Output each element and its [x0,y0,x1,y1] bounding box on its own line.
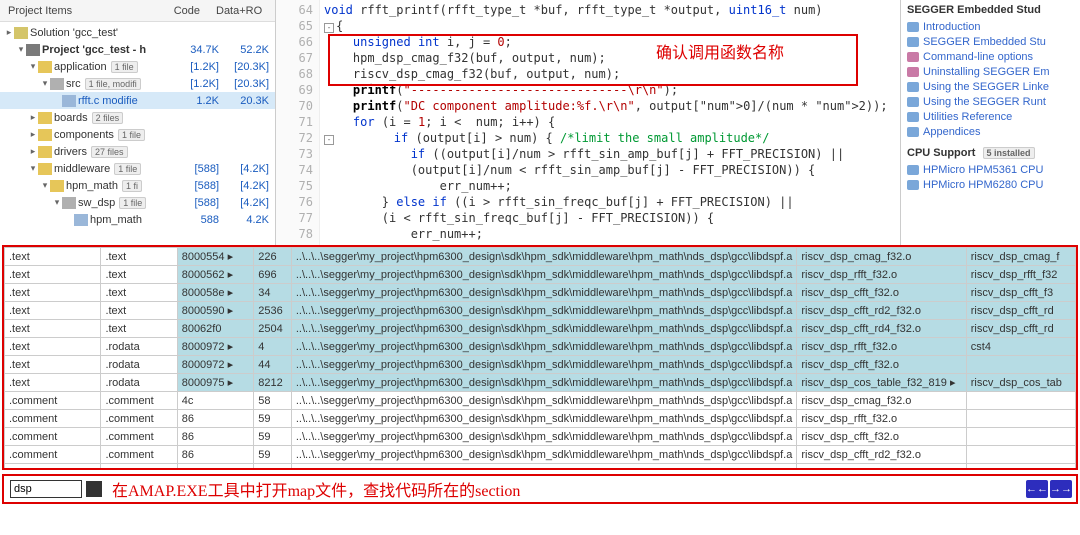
table-row[interactable]: .text.rodata8000972 ▸4..\..\..\segger\my… [5,338,1076,356]
table-row[interactable]: .comment.comment8659..\..\..\segger\my_p… [5,410,1076,428]
col-code[interactable]: Code [152,2,208,20]
table-row[interactable]: .text.text8000554 ▸226..\..\..\segger\my… [5,248,1076,266]
help-item[interactable]: Appendices [907,124,1074,139]
editor-gutter: 646566676869707172737475767778 [276,0,320,245]
nav-next-button[interactable]: →→ [1050,480,1072,498]
project-header: Project Items Code Data+RO [0,0,275,22]
table-row[interactable]: .comment.comment4c58..\..\..\segger\my_p… [5,392,1076,410]
help-item[interactable]: Using the SEGGER Linke [907,79,1074,94]
table-row[interactable]: .text.text800058e ▸34..\..\..\segger\my_… [5,284,1076,302]
editor-code[interactable]: 确认调用函数名称 void rfft_printf(rfft_type_t *b… [320,0,900,245]
search-annotation: 在AMAP.EXE工具中打开map文件，查找代码所在的section [112,477,520,501]
col-items[interactable]: Project Items [0,2,152,20]
help-group1-title: SEGGER Embedded Stud [907,4,1074,16]
help-item[interactable]: Command-line options [907,49,1074,64]
tree-row[interactable]: ▾middleware1 file[588][4.2K] [0,160,275,177]
tree-row[interactable]: ▸components1 file [0,126,275,143]
table-row[interactable]: .text.text8000562 ▸696..\..\..\segger\my… [5,266,1076,284]
table-row[interactable]: .text.text80062f02504..\..\..\segger\my_… [5,320,1076,338]
search-go-button[interactable] [86,481,102,497]
tree-row[interactable]: ▸Solution 'gcc_test' [0,24,275,41]
tree-row[interactable]: ▸boards2 files [0,109,275,126]
tree-row[interactable]: ▸drivers27 files [0,143,275,160]
col-dataro[interactable]: Data+RO [208,2,266,20]
tree-row[interactable]: ▾application1 file[1.2K][20.3K] [0,58,275,75]
help-group2-title: CPU Support 5 installed [907,147,1074,159]
code-editor[interactable]: 646566676869707172737475767778 确认调用函数名称 … [276,0,900,245]
project-tree[interactable]: ▸Solution 'gcc_test'▾Project 'gcc_test -… [0,22,275,230]
annotation-text-1: 确认调用函数名称 [656,46,784,62]
tree-row[interactable]: ▾Project 'gcc_test - h34.7K52.2K [0,41,275,58]
nav-prev-button[interactable]: ←← [1026,480,1048,498]
help-item[interactable]: HPMicro HPM5361 CPU [907,162,1074,177]
tree-row[interactable]: ▾sw_dsp1 file[588][4.2K] [0,194,275,211]
help-item[interactable]: Using the SEGGER Runt [907,94,1074,109]
table-row[interactable]: .comment.comment8659..\..\..\segger\my_p… [5,446,1076,464]
table-row[interactable]: .text.rodata8000972 ▸44..\..\..\segger\m… [5,356,1076,374]
table-row[interactable]: .text.text8000590 ▸2536..\..\..\segger\m… [5,302,1076,320]
tree-row[interactable]: ▾hpm_math1 fi[588][4.2K] [0,177,275,194]
map-table[interactable]: .text.text8000554 ▸226..\..\..\segger\my… [4,247,1076,470]
search-strip: 在AMAP.EXE工具中打开map文件，查找代码所在的section ←← →→ [2,474,1078,504]
help-item[interactable]: Uninstalling SEGGER Em [907,64,1074,79]
help-item[interactable]: HPMicro HPM6280 CPU [907,177,1074,192]
help-panel: SEGGER Embedded Stud IntroductionSEGGER … [900,0,1080,245]
help-item[interactable]: SEGGER Embedded Stu [907,34,1074,49]
map-table-panel: .text.text8000554 ▸226..\..\..\segger\my… [2,245,1078,470]
tree-row[interactable]: hpm_math5884.2K [0,211,275,228]
tree-row[interactable]: ▾src1 file, modifi[1.2K][20.3K] [0,75,275,92]
help-item[interactable]: Utilities Reference [907,109,1074,124]
search-input[interactable] [10,480,82,498]
project-panel: Project Items Code Data+RO ▸Solution 'gc… [0,0,276,245]
table-row[interactable]: .text.rodata8000975 ▸8212..\..\..\segger… [5,374,1076,392]
table-row[interactable]: .comment.comment8659..\..\..\segger\my_p… [5,464,1076,471]
tree-row[interactable]: rfft.c modifie1.2K20.3K [0,92,275,109]
help-item[interactable]: Introduction [907,19,1074,34]
table-row[interactable]: .comment.comment8659..\..\..\segger\my_p… [5,428,1076,446]
